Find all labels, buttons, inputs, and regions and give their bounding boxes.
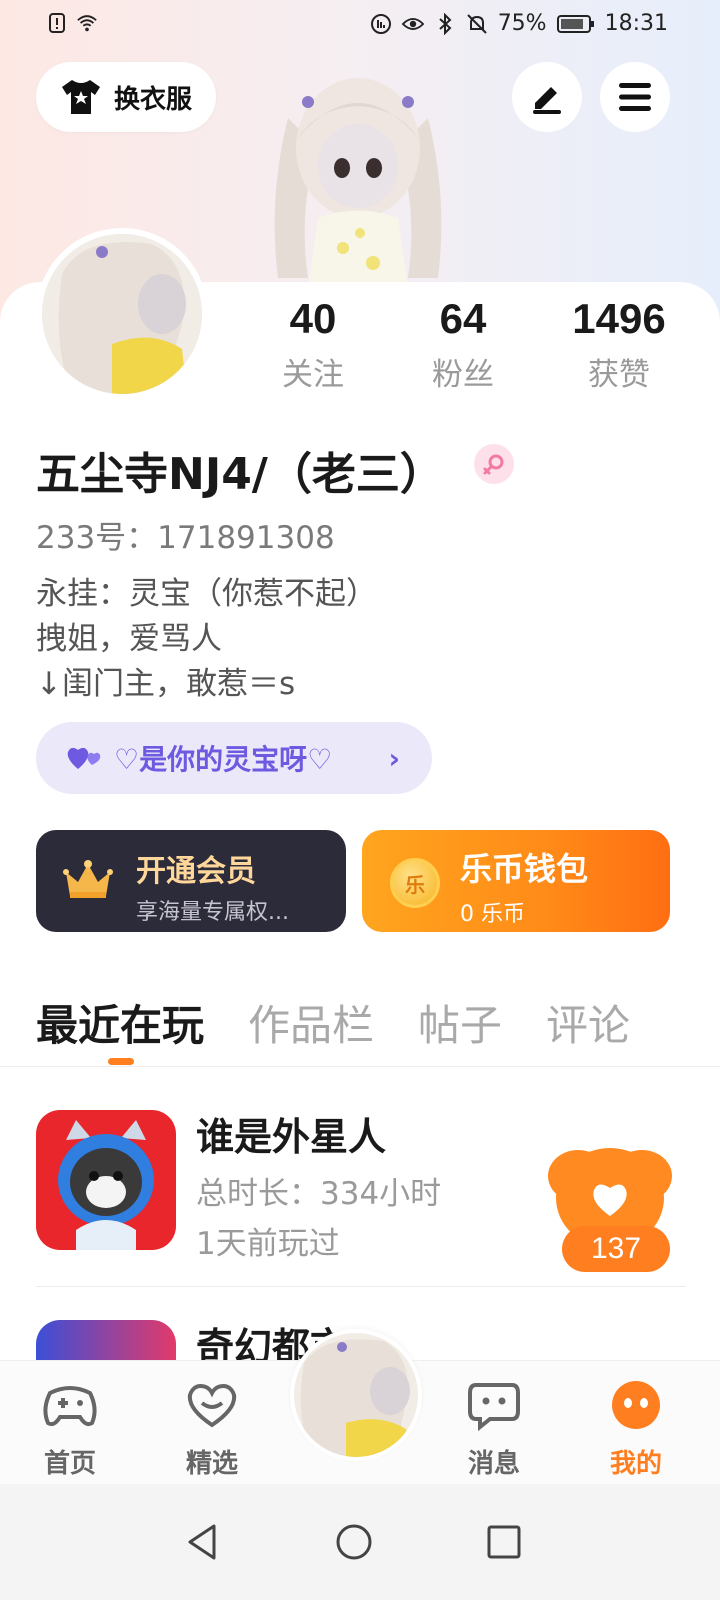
vip-membership-button[interactable]: 开通会员 享海量专属权... [36,830,346,932]
hearts-icon [67,747,101,769]
bio-line: 拽姐，爱骂人 [36,621,222,657]
stat-fans[interactable]: 64 粉丝 [388,295,538,394]
system-navigation-bar [0,1484,720,1600]
vip-subtitle: 享海量专属权... [136,900,289,925]
game-icon[interactable] [36,1110,176,1250]
divider [0,1066,720,1067]
mute-bell-icon [466,13,487,34]
nav-messages-label: 消息 [467,1449,520,1479]
game-title[interactable]: 谁是外星人 [196,1106,386,1161]
game-play-duration: 总时长：334小时 [196,1176,442,1212]
gamepad-icon [43,1386,97,1427]
guild-badge-button[interactable]: ♡是你的灵宝呀♡ › [36,722,432,794]
alert-icon [49,13,65,33]
stat-likes-value: 1496 [572,295,666,342]
profile-bio: 永挂：灵宝（你惹不起） 拽姐，爱骂人 ↓闺门主，敢惹＝s [36,572,377,707]
crown-icon [63,860,113,898]
data-saver-icon [370,13,391,34]
nav-me-label: 我的 [609,1449,662,1479]
tshirt-icon [61,80,100,114]
dress-up-button[interactable]: 换衣服 [36,62,216,132]
clock: 18:31 [604,11,668,36]
avatar-image [294,1333,418,1457]
profile-name: 五尘寺NJ4/（老三） [36,449,444,500]
eye-icon [401,17,424,30]
nav-home-label: 首页 [43,1449,96,1479]
heart-icon [187,1384,237,1428]
content-tabs: 最近在玩 作品栏 帖子 评论 [36,992,686,1053]
avatar-3d-figure[interactable] [248,58,468,288]
bio-line: ↓闺门主，敢惹＝s [36,666,296,702]
hamburger-menu-icon [619,83,651,111]
stat-likes[interactable]: 1496 获赞 [544,295,694,394]
stat-fans-value: 64 [439,295,487,342]
bottom-navigation: 首页 精选 消息 我的 [0,1329,720,1484]
divider [36,1286,686,1287]
bluetooth-icon [439,12,452,35]
game-last-played: 1天前玩过 [196,1226,340,1262]
wallet-subtitle: 0 乐币 [460,902,525,927]
user-id: 233号：171891308 [36,520,335,556]
chat-bubble-icon [468,1383,520,1432]
female-icon [474,444,514,484]
home-icon[interactable] [334,1522,374,1562]
pen-icon [533,87,561,114]
menu-button[interactable] [600,62,670,132]
stat-fans-label: 粉丝 [432,357,494,393]
tab-recently-played[interactable]: 最近在玩 [36,992,204,1053]
recents-icon[interactable] [484,1522,524,1562]
dress-up-label: 换衣服 [113,84,192,115]
avatar-image [42,234,202,394]
nav-featured-label: 精选 [185,1449,238,1479]
nav-home[interactable]: 首页 [20,1379,120,1480]
chevron-right-icon: › [388,742,400,775]
like-count: 137 [562,1226,670,1272]
tab-comments[interactable]: 评论 [546,992,630,1053]
battery-icon [556,14,594,33]
profile-face-icon [612,1381,660,1429]
wifi-icon [77,15,97,32]
avatar[interactable] [36,228,208,400]
stat-likes-label: 获赞 [588,357,650,393]
nav-messages[interactable]: 消息 [444,1379,544,1480]
game-icon[interactable] [36,1320,176,1360]
active-tab-indicator [108,1058,134,1065]
battery-percent: 75% [497,11,547,36]
nav-featured[interactable]: 精选 [162,1379,262,1480]
stat-following-label: 关注 [282,357,344,393]
coin-wallet-button[interactable]: 乐 乐币钱包 0 乐币 [362,830,670,932]
bio-line: 永挂：灵宝（你惹不起） [36,576,377,612]
avatar-center-button[interactable] [290,1329,422,1461]
back-icon[interactable] [184,1522,224,1562]
guild-label: ♡是你的灵宝呀♡ [114,743,333,776]
tab-posts[interactable]: 帖子 [418,992,502,1053]
status-bar: 75% 18:31 [0,0,720,50]
stat-following[interactable]: 40 关注 [238,295,388,394]
vip-title: 开通会员 [136,854,256,889]
nav-me[interactable]: 我的 [586,1379,686,1480]
wallet-title: 乐币钱包 [460,850,589,888]
stat-following-value: 40 [289,295,337,342]
edit-profile-button[interactable] [512,62,582,132]
tab-works[interactable]: 作品栏 [248,992,374,1053]
coin-icon: 乐 [390,858,440,908]
